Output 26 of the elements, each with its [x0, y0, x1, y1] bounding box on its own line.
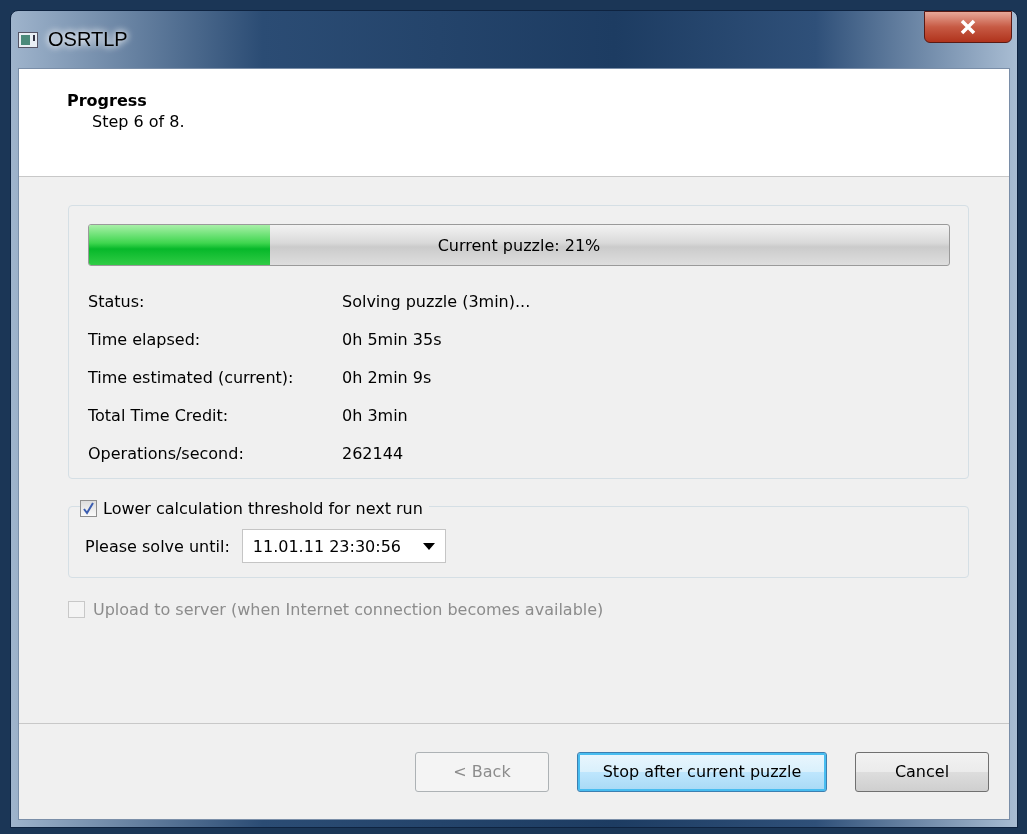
detail-label: Total Time Credit: — [88, 405, 230, 427]
dialog-button[interactable]: Cancel — [855, 751, 989, 792]
check-icon — [82, 502, 95, 515]
window-title: OSRTLP — [48, 28, 128, 51]
detail-label: Time estimated (current): — [88, 367, 295, 389]
date-dropdown[interactable]: 11.01.11 23:30:56 — [241, 529, 446, 563]
progress-label: Current puzzle: 21% — [437, 235, 601, 255]
detail-value: 0h 5min 35s — [342, 329, 443, 351]
detail-label: Status: — [88, 291, 146, 313]
detail-value: 0h 2min 9s — [342, 367, 433, 389]
detail-value: 262144 — [342, 443, 405, 465]
dropdown-arrow-icon — [423, 542, 435, 550]
page-title: Progress — [67, 91, 148, 110]
close-icon — [959, 19, 977, 35]
checkbox[interactable] — [80, 500, 97, 517]
dialog-button[interactable]: Stop after current puzzle — [577, 751, 827, 792]
detail-value: 0h 3min — [342, 405, 409, 427]
checkbox-label: Lower calculation threshold for next run — [103, 499, 423, 518]
detail-label: Time elapsed: — [88, 329, 202, 351]
field-label: Please solve until: — [85, 536, 230, 556]
app-icon — [18, 31, 38, 48]
close-button[interactable] — [924, 11, 1012, 43]
checkbox-label: Upload to server (when Internet connection becomes available) — [93, 600, 604, 619]
detail-value: Solving puzzle (3min)... — [342, 291, 532, 313]
page-subtitle: Step 6 of 8. — [91, 112, 186, 131]
detail-label: Operations/second: — [88, 443, 245, 465]
